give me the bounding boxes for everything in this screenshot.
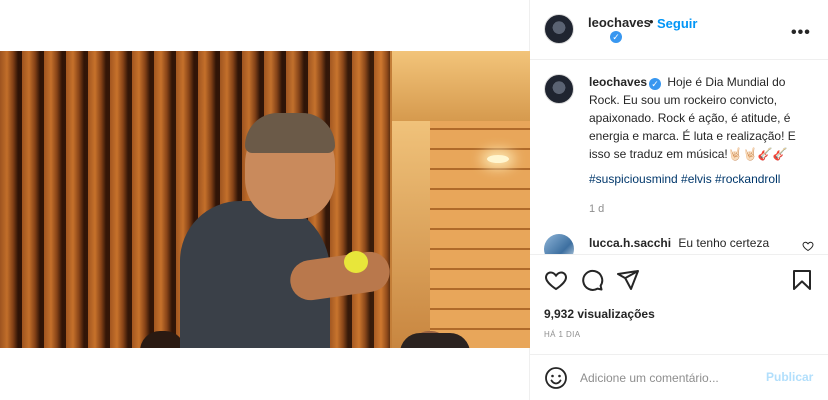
follow-button[interactable]: Seguir — [657, 16, 697, 31]
verified-icon: ✓ — [610, 31, 622, 43]
media-area — [0, 0, 530, 400]
comments-section: leochaves ✓ Hoje é Dia Mundial do Rock. E… — [530, 60, 828, 254]
hashtags[interactable]: #suspiciousmind #elvis #rockandroll — [589, 172, 780, 186]
add-comment-bar: Publicar — [530, 354, 828, 400]
separator-dot: • — [649, 14, 654, 29]
comment-heart-icon[interactable] — [802, 240, 814, 252]
comment: lucca.h.sacchi Eu tenho certeza — [589, 236, 769, 250]
studio-wall — [392, 121, 432, 348]
post-date: HÁ 1 DIA — [544, 330, 581, 339]
comment-avatar[interactable] — [544, 234, 574, 254]
avatar[interactable] — [544, 14, 574, 44]
view-count[interactable]: 9,932 visualizações — [544, 307, 655, 321]
post-video[interactable] — [0, 51, 530, 348]
caption-age: 1 d — [589, 203, 605, 215]
comment-username[interactable]: lucca.h.sacchi — [589, 236, 671, 250]
heart-icon[interactable] — [544, 268, 568, 292]
action-bar: 9,932 visualizações HÁ 1 DIA — [530, 254, 828, 354]
caption-avatar[interactable] — [544, 74, 574, 104]
publish-button[interactable]: Publicar — [766, 370, 813, 384]
comment-input[interactable] — [580, 369, 760, 387]
ceiling-lamp — [487, 155, 509, 163]
share-icon[interactable] — [616, 268, 640, 292]
singer-hair — [245, 113, 335, 153]
background-person — [400, 333, 470, 348]
brick-wall — [430, 121, 530, 348]
microphone — [344, 251, 368, 273]
instagram-post: leochaves ✓ • Seguir ••• leochaves ✓ Hoje… — [0, 0, 828, 400]
ceiling — [392, 51, 530, 121]
verified-icon: ✓ — [649, 78, 662, 90]
more-icon[interactable]: ••• — [791, 24, 811, 42]
bookmark-icon[interactable] — [790, 268, 814, 292]
post-side-panel: leochaves ✓ • Seguir ••• leochaves ✓ Hoje… — [530, 0, 828, 400]
post-username[interactable]: leochaves — [588, 15, 651, 30]
post-header: leochaves ✓ • Seguir ••• — [530, 0, 828, 60]
caption: leochaves ✓ Hoje é Dia Mundial do Rock. E… — [589, 73, 819, 163]
comment-icon[interactable] — [580, 268, 604, 292]
caption-username[interactable]: leochaves — [589, 75, 647, 89]
emoji-icon[interactable] — [544, 366, 568, 390]
comment-text: Eu tenho certeza — [678, 236, 770, 250]
